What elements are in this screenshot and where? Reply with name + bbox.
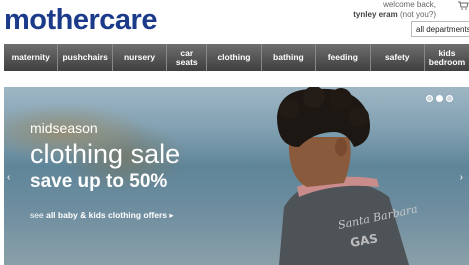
not-you-link[interactable]: (not you?) xyxy=(400,10,436,19)
prev-slide-arrow-icon[interactable]: ‹ xyxy=(7,172,10,183)
nav-item-pushchairs[interactable]: pushchairs xyxy=(58,44,113,71)
slide-dot-1[interactable] xyxy=(426,95,433,102)
clothing-offers-link[interactable]: see all baby & kids clothing offers ▸ xyxy=(30,210,174,221)
welcome-text: welcome back, xyxy=(383,0,436,9)
username: tynley eram xyxy=(353,10,398,19)
play-arrow-icon: ▸ xyxy=(169,210,174,220)
nav-item-maternity[interactable]: maternity xyxy=(4,44,59,71)
nav-item-bathing[interactable]: bathing xyxy=(262,44,317,71)
hero-line-midseason: midseason xyxy=(30,120,98,136)
nav-item-feeding[interactable]: feeding xyxy=(316,44,371,71)
mothercare-logo[interactable]: mothercare xyxy=(4,2,157,38)
next-slide-arrow-icon[interactable]: › xyxy=(460,172,463,183)
offers-link-prefix: see xyxy=(30,210,44,220)
nav-item-clothing[interactable]: clothing xyxy=(207,44,262,71)
nav-item-safety[interactable]: safety xyxy=(371,44,425,71)
offers-link-text[interactable]: all baby & kids clothing offers xyxy=(46,210,167,220)
nav-item-nursery[interactable]: nursery xyxy=(113,44,168,71)
main-nav: maternity pushchairs nursery car seats c… xyxy=(4,44,469,71)
slide-dots xyxy=(426,95,453,102)
slide-dot-3[interactable] xyxy=(446,95,453,102)
child-photo: Santa Barbara GAS xyxy=(277,87,419,265)
nav-item-kids-bedroom[interactable]: kids bedroom xyxy=(425,44,469,71)
basket-icon[interactable] xyxy=(457,0,469,10)
department-select[interactable]: all departments xyxy=(411,21,469,37)
hero-line-clothing-sale: clothing sale xyxy=(30,139,181,169)
nav-item-car-seats[interactable]: car seats xyxy=(167,44,208,71)
welcome-block: welcome back, tynley eram (not you?) xyxy=(353,0,436,20)
slide-dot-2[interactable] xyxy=(436,95,443,102)
hero-banner[interactable]: Santa Barbara GAS midseason clothing sal… xyxy=(4,87,469,265)
hero-line-save: save up to 50% xyxy=(30,171,168,192)
